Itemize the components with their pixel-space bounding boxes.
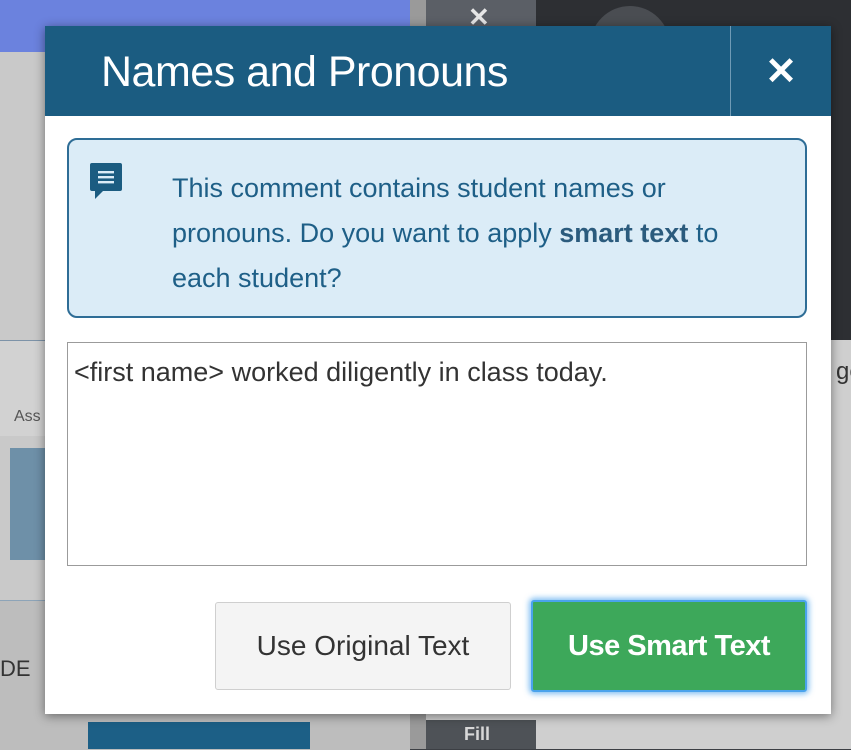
dialog-header: Names and Pronouns ✕ <box>45 26 831 116</box>
background-right-label: ge <box>836 358 851 385</box>
dialog-title: Names and Pronouns <box>101 48 508 96</box>
smart-text-link[interactable]: smart text <box>559 218 688 248</box>
comment-text-field[interactable]: <first name> worked diligently in class … <box>67 342 807 566</box>
background-bottom-bar <box>88 722 310 749</box>
use-smart-text-button[interactable]: Use Smart Text <box>531 600 807 692</box>
close-button[interactable]: ✕ <box>730 26 831 116</box>
info-message: This comment contains student names or p… <box>172 166 782 301</box>
comment-icon <box>90 163 122 199</box>
close-icon: ✕ <box>765 50 797 93</box>
background-left-label-2: DE <box>0 656 31 681</box>
names-and-pronouns-dialog: Names and Pronouns ✕ This comment contai… <box>45 26 831 714</box>
use-original-text-button[interactable]: Use Original Text <box>215 602 511 690</box>
background-fill-label: Fill <box>464 724 490 744</box>
smart-text-info-alert: This comment contains student names or p… <box>67 138 807 318</box>
background-left-label: Ass <box>14 408 41 425</box>
